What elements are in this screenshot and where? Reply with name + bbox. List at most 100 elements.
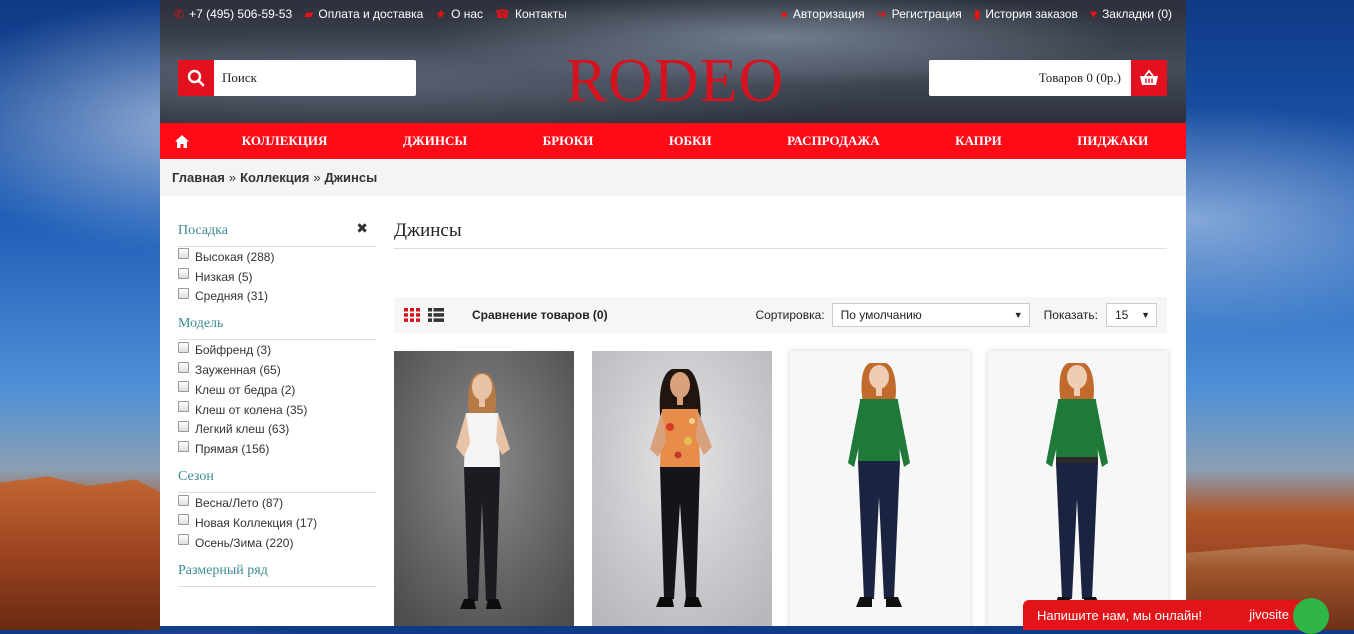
nav-item-collection[interactable]: КОЛЛЕКЦИЯ (242, 133, 328, 149)
breadcrumb-current[interactable]: Джинсы (325, 170, 378, 185)
filter-option[interactable]: Легкий клеш (63) (178, 420, 376, 440)
checkbox[interactable] (178, 268, 189, 280)
filter-option[interactable]: Осень/Зима (220) (178, 533, 376, 553)
list-view-icon[interactable] (428, 308, 444, 322)
product-card[interactable] (790, 351, 970, 626)
filter-group-season: Сезон Весна/Лето (87) Новая Коллекция (1… (178, 469, 376, 552)
sort-label: Сортировка: (755, 308, 825, 322)
checkbox[interactable] (178, 494, 189, 506)
topbar-bookmarks[interactable]: ♥ Закладки (0) (1090, 7, 1172, 21)
topbar-delivery-label: Оплата и доставка (318, 7, 424, 21)
filter-title-text: Размерный ряд (178, 562, 268, 578)
search-icon (187, 69, 205, 87)
checkbox[interactable] (178, 361, 189, 373)
nav-item-jackets[interactable]: ПИДЖАКИ (1077, 133, 1148, 149)
search-box (178, 60, 416, 96)
filter-option[interactable]: Клеш от бедра (2) (178, 380, 376, 400)
product-image[interactable] (394, 351, 574, 626)
filter-option-label: Осень/Зима (220) (195, 535, 294, 550)
breadcrumb-home[interactable]: Главная (172, 170, 225, 185)
search-input[interactable] (214, 60, 410, 96)
nav-item-jeans[interactable]: ДЖИНСЫ (403, 133, 467, 149)
filter-option[interactable]: Низкая (5) (178, 267, 376, 287)
filter-option-label: Бойфренд (3) (195, 343, 272, 358)
product-card[interactable] (592, 351, 772, 626)
nav-item-sale[interactable]: РАСПРОДАЖА (787, 133, 879, 149)
product-toolbar: Сравнение товаров (0) Сортировка: По умо… (394, 297, 1167, 333)
filter-title-text: Сезон (178, 469, 214, 485)
filter-option[interactable]: Клеш от колена (35) (178, 400, 376, 420)
product-card[interactable] (394, 351, 574, 626)
filter-option[interactable]: Бойфренд (3) (178, 340, 376, 360)
topbar-about-label: О нас (451, 7, 484, 21)
filter-title: Посадка ✖ (178, 221, 376, 247)
product-image[interactable] (592, 351, 772, 626)
topbar-phone[interactable]: ✆ +7 (495) 506-59-53 (174, 7, 292, 21)
chat-text: Напишите нам, мы онлайн! (1037, 607, 1203, 623)
filter-option[interactable]: Новая Коллекция (17) (178, 513, 376, 533)
nav-home[interactable] (160, 134, 204, 148)
cart-button[interactable]: Товаров 0 (0р.) (929, 60, 1167, 96)
filter-option-label: Низкая (5) (195, 269, 253, 284)
checkbox[interactable] (178, 287, 189, 299)
book-icon: ▮ (973, 7, 981, 21)
product-image[interactable] (790, 351, 970, 626)
background-canyon (0, 476, 160, 630)
checkbox[interactable] (178, 514, 189, 526)
filter-title: Модель (178, 316, 376, 341)
main-content: Джинсы Сравнение товаров (0) Сортировка:… (394, 210, 1168, 626)
filter-option[interactable]: Зауженная (65) (178, 360, 376, 380)
filter-title: Сезон (178, 469, 376, 494)
show-label: Показать: (1043, 308, 1098, 322)
page: ✆ +7 (495) 506-59-53 ▰ Оплата и доставка ★… (160, 0, 1186, 626)
main-nav: КОЛЛЕКЦИЯ ДЖИНСЫ БРЮКИ ЮБКИ РАСПРОДАЖА К… (160, 123, 1186, 159)
topbar-delivery[interactable]: ▰ Оплата и доставка (304, 7, 423, 21)
filter-option[interactable]: Прямая (156) (178, 439, 376, 459)
checkbox[interactable] (178, 534, 189, 546)
heart-icon: ♥ (1089, 7, 1098, 21)
grid-view-icon[interactable] (404, 308, 420, 322)
nav-item-trousers[interactable]: БРЮКИ (543, 133, 594, 149)
limit-select[interactable]: 15 ▼ (1106, 303, 1157, 327)
filter-title-text: Посадка (178, 223, 228, 238)
checkbox[interactable] (178, 440, 189, 452)
breadcrumb-collection[interactable]: Коллекция (240, 170, 309, 185)
filter-option-label: Высокая (288) (195, 249, 275, 264)
product-grid (394, 351, 1168, 626)
sort-select[interactable]: По умолчанию ▼ (831, 303, 1030, 327)
topbar-register-label: Регистрация (891, 7, 962, 21)
checkbox[interactable] (178, 341, 189, 353)
filter-option[interactable]: Средняя (31) (178, 287, 376, 307)
nav-item-capri[interactable]: КАПРИ (955, 133, 1002, 149)
filter-option-label: Весна/Лето (87) (195, 496, 284, 511)
star-icon: ★ (435, 7, 447, 21)
filter-title-text: Модель (178, 316, 224, 332)
nav-item-skirts[interactable]: ЮБКИ (669, 133, 712, 149)
compare-link[interactable]: Сравнение товаров (0) (472, 308, 608, 322)
product-card[interactable] (988, 351, 1168, 626)
topbar-order-history-label: История заказов (985, 7, 1078, 21)
product-image[interactable] (988, 351, 1168, 626)
search-button[interactable] (178, 60, 214, 96)
basket-icon (1140, 69, 1158, 85)
checkbox[interactable] (178, 420, 189, 432)
chevron-down-icon: ▼ (1141, 310, 1150, 320)
topbar-contacts[interactable]: ☎ Контакты (495, 7, 567, 21)
topbar-about[interactable]: ★ О нас (435, 7, 483, 21)
clear-filter-icon[interactable]: ✖ (356, 221, 368, 238)
chevron-down-icon: ▼ (1013, 310, 1023, 320)
topbar-register[interactable]: ➜ Регистрация (877, 7, 962, 21)
filter-option[interactable]: Высокая (288) (178, 247, 376, 267)
checkbox[interactable] (178, 248, 189, 260)
breadcrumb-separator: » (313, 170, 321, 185)
topbar-login[interactable]: ● Авторизация (781, 7, 865, 21)
cart-basket[interactable] (1131, 60, 1167, 96)
topbar-contacts-label: Контакты (515, 7, 567, 21)
sort-select-value: По умолчанию (840, 308, 922, 322)
filter-option[interactable]: Весна/Лето (87) (178, 493, 376, 513)
checkbox[interactable] (178, 381, 189, 393)
logo[interactable]: RODEO (545, 48, 805, 114)
checkbox[interactable] (178, 401, 189, 413)
topbar: ✆ +7 (495) 506-59-53 ▰ Оплата и доставка ★… (160, 0, 1186, 28)
topbar-order-history[interactable]: ▮ История заказов (974, 7, 1078, 21)
